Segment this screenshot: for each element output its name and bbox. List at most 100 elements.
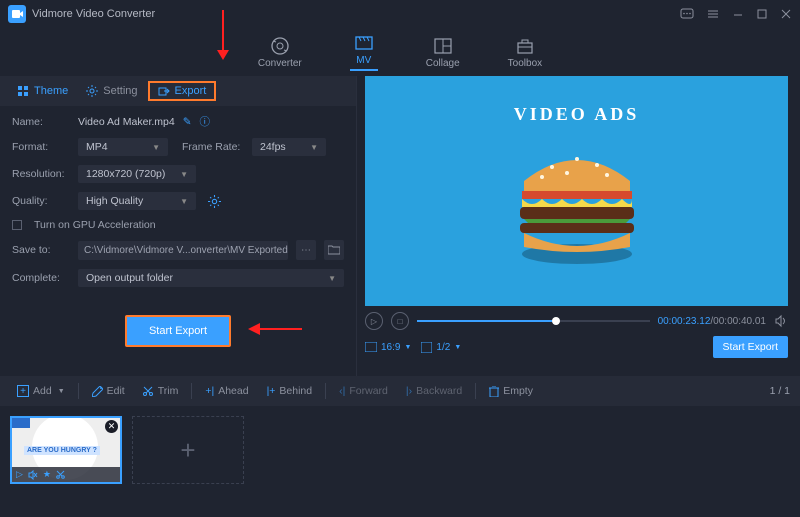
tab-collage-label: Collage <box>426 58 460 69</box>
quality-select[interactable]: High Quality▼ <box>78 192 196 210</box>
format-select[interactable]: MP4▼ <box>78 138 168 156</box>
caret-down-icon: ▼ <box>180 170 188 179</box>
preview-area: VIDEO ADS <box>365 76 788 306</box>
tab-converter[interactable]: Converter <box>258 36 302 69</box>
stop-button[interactable]: □ <box>391 312 409 330</box>
framerate-label: Frame Rate: <box>182 141 244 153</box>
subtab-theme-label: Theme <box>34 85 68 97</box>
save-path-input[interactable]: C:\Vidmore\Vidmore V...onverter\MV Expor… <box>78 241 288 260</box>
thumb-mute-icon[interactable] <box>28 470 38 480</box>
quality-settings-icon[interactable] <box>208 195 221 208</box>
resolution-select[interactable]: 1280x720 (720p)▼ <box>78 165 196 183</box>
thumb-caption: ARE YOU HUNGRY ? <box>24 446 100 455</box>
backward-icon: |› <box>406 385 412 397</box>
subtab-theme[interactable]: Theme <box>10 81 76 101</box>
volume-icon[interactable] <box>774 314 788 328</box>
complete-label: Complete: <box>12 272 70 284</box>
edit-name-icon[interactable]: ✎ <box>183 116 192 128</box>
export-icon <box>158 85 170 97</box>
format-label: Format: <box>12 141 70 153</box>
start-export-right-button[interactable]: Start Export <box>713 336 788 358</box>
caret-down-icon: ▼ <box>58 388 65 395</box>
save-label: Save to: <box>12 244 70 256</box>
converter-icon <box>270 36 290 56</box>
edit-button[interactable]: Edit <box>85 382 132 400</box>
thumb-star-icon[interactable]: ★ <box>43 469 51 480</box>
feedback-icon[interactable] <box>680 7 694 21</box>
subtab-setting-label: Setting <box>103 85 137 97</box>
titlebar: Vidmore Video Converter <box>0 0 800 28</box>
caret-down-icon: ▼ <box>328 274 336 283</box>
tab-toolbox-label: Toolbox <box>508 58 542 69</box>
aspect-icon <box>365 342 377 352</box>
menu-icon[interactable] <box>706 7 720 21</box>
complete-select[interactable]: Open output folder▼ <box>78 269 344 287</box>
aspect-select[interactable]: 16:9 ▼ <box>365 342 411 353</box>
caret-down-icon: ▼ <box>454 344 461 351</box>
plus-icon: + <box>17 385 29 397</box>
mv-icon <box>354 33 374 53</box>
caret-down-icon: ▼ <box>180 197 188 206</box>
trim-icon <box>143 386 154 397</box>
trim-button[interactable]: Trim <box>136 382 186 400</box>
scale-select[interactable]: 1/2 ▼ <box>421 342 461 353</box>
seek-slider[interactable] <box>417 320 650 322</box>
save-more-button[interactable]: ⋯ <box>296 240 316 260</box>
sub-tabs: Theme Setting Export <box>0 76 356 106</box>
gpu-label: Turn on GPU Acceleration <box>34 219 156 231</box>
play-button[interactable]: ▷ <box>365 312 383 330</box>
behind-icon: |+ <box>267 385 276 397</box>
thumb-trim-icon[interactable] <box>56 470 66 480</box>
clip-thumbnails: ARE YOU HUNGRY ? ✕ ▷ ★ + <box>0 406 800 496</box>
tab-mv[interactable]: MV <box>350 33 378 71</box>
playback-bar: ▷ □ 00:00:23.12/00:00:40.01 <box>365 312 788 330</box>
trash-icon <box>489 386 499 397</box>
preview-title: VIDEO ADS <box>514 104 640 125</box>
clip-toolbar: +Add▼ Edit Trim +|Ahead |+Behind ‹|Forwa… <box>0 376 800 406</box>
subtab-export[interactable]: Export <box>148 81 217 101</box>
thumb-play-icon[interactable]: ▷ <box>16 469 23 480</box>
gpu-checkbox[interactable] <box>12 220 22 230</box>
remove-clip-icon[interactable]: ✕ <box>105 420 118 433</box>
backward-button[interactable]: |›Backward <box>399 382 469 400</box>
add-clip-placeholder[interactable]: + <box>132 416 244 484</box>
tab-converter-label: Converter <box>258 58 302 69</box>
time-current: 00:00:23.12 <box>658 316 711 327</box>
info-icon[interactable]: ⓘ <box>200 114 211 129</box>
scale-icon <box>421 342 432 353</box>
name-value: Video Ad Maker.mp4 <box>78 116 175 128</box>
theme-icon <box>18 86 29 97</box>
main-tabs: Converter MV Collage Toolbox <box>0 28 800 76</box>
resolution-label: Resolution: <box>12 168 70 180</box>
forward-button[interactable]: ‹|Forward <box>332 382 395 400</box>
tab-collage[interactable]: Collage <box>426 36 460 69</box>
framerate-select[interactable]: 24fps▼ <box>252 138 326 156</box>
caret-down-icon: ▼ <box>310 143 318 152</box>
clip-thumbnail[interactable]: ARE YOU HUNGRY ? ✕ ▷ ★ <box>10 416 122 484</box>
close-icon[interactable] <box>780 8 792 20</box>
forward-icon: ‹| <box>339 385 345 397</box>
save-folder-button[interactable] <box>324 240 344 260</box>
quality-label: Quality: <box>12 195 70 207</box>
time-total: /00:00:40.01 <box>710 316 766 327</box>
empty-button[interactable]: Empty <box>482 382 540 400</box>
annotation-arrow-down-icon <box>215 10 231 62</box>
name-label: Name: <box>12 116 70 128</box>
edit-icon <box>92 386 103 397</box>
ahead-button[interactable]: +|Ahead <box>198 382 255 400</box>
pager: 1 / 1 <box>770 385 790 397</box>
caret-down-icon: ▼ <box>152 143 160 152</box>
collage-icon <box>433 36 453 56</box>
maximize-icon[interactable] <box>756 8 768 20</box>
tab-toolbox[interactable]: Toolbox <box>508 36 542 69</box>
subtab-setting[interactable]: Setting <box>78 81 145 101</box>
annotation-arrow-right-icon <box>246 321 302 337</box>
behind-button[interactable]: |+Behind <box>260 382 320 400</box>
setting-icon <box>86 85 98 97</box>
minimize-icon[interactable] <box>732 8 744 20</box>
add-button[interactable]: +Add▼ <box>10 382 72 400</box>
start-export-button[interactable]: Start Export <box>125 315 231 347</box>
caret-down-icon: ▼ <box>404 344 411 351</box>
app-logo-icon <box>8 5 26 23</box>
burger-image <box>502 139 652 269</box>
